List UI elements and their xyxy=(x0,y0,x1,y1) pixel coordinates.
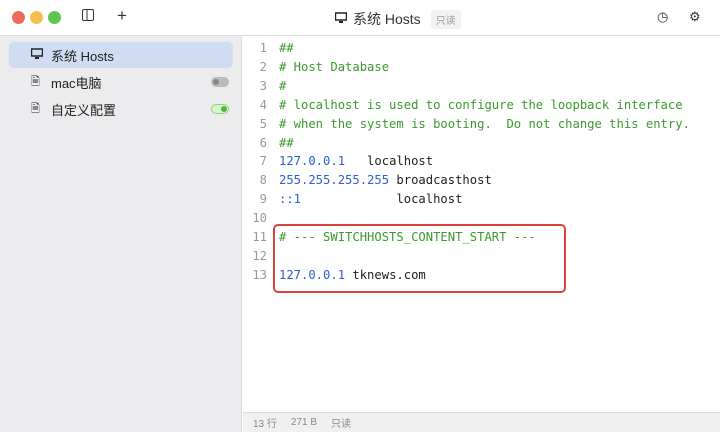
code-line: 7 127.0.0.1 localhost xyxy=(243,152,433,171)
sidebar: 系统 Hosts 🗎 mac电脑 🗎 自定义配置 xyxy=(0,36,242,432)
line-number: 7 xyxy=(259,154,267,169)
code-line: 1 ## xyxy=(243,39,294,58)
title-bar: + 系统 Hosts 只读 ◷ ⚙ xyxy=(0,0,720,36)
monitor-icon xyxy=(30,47,44,63)
toggle-on[interactable] xyxy=(211,104,229,114)
line-number: 5 xyxy=(259,116,267,131)
status-bar: 13 行 271 B 只读 xyxy=(243,412,720,432)
history-icon[interactable]: ◷ xyxy=(657,9,668,25)
line-number: 4 xyxy=(259,97,267,112)
comment-text: # localhost is used to configure the loo… xyxy=(279,97,683,112)
line-number: 10 xyxy=(252,211,267,226)
sidebar-item-custom[interactable]: 🗎 自定义配置 xyxy=(9,96,233,122)
line-count: 13 行 xyxy=(253,419,277,430)
ip-address: 127.0.0.1 xyxy=(279,154,346,169)
code-line: 8 255.255.255.255 broadcasthost xyxy=(243,171,492,190)
code-line: 9::1 localhost xyxy=(243,190,463,209)
comment-text: ## xyxy=(279,41,294,55)
close-window-button[interactable] xyxy=(12,11,25,24)
file-icon: 🗎 xyxy=(31,102,40,115)
window-title: 系统 Hosts 只读 xyxy=(334,9,461,29)
code-line: 4 # localhost is used to configure the lo… xyxy=(243,96,683,115)
line-number: 6 xyxy=(259,135,267,150)
comment-text: ## xyxy=(279,135,294,150)
hostname: localhost xyxy=(301,192,463,207)
gear-icon[interactable]: ⚙ xyxy=(689,9,701,25)
code-line: 6 ## xyxy=(243,134,294,153)
ip-address: ::1 xyxy=(279,192,302,207)
line-number: 13 xyxy=(252,267,267,282)
mode-indicator: 只读 xyxy=(331,419,352,430)
file-size: 271 B xyxy=(290,417,318,428)
line-number: 12 xyxy=(252,248,267,263)
file-icon: 🗎 xyxy=(31,75,40,88)
sidebar-item-mac[interactable]: 🗎 mac电脑 xyxy=(9,69,233,95)
code-line: 3 # xyxy=(243,77,287,96)
zoom-window-button[interactable] xyxy=(48,11,61,24)
highlight-box xyxy=(273,224,566,293)
line-number: 3 xyxy=(259,78,267,93)
sidebar-item-label: mac电脑 xyxy=(51,75,102,91)
monitor-icon xyxy=(334,11,348,27)
sidebar-item-label: 自定义配置 xyxy=(51,102,117,118)
line-number: 8 xyxy=(259,173,267,188)
add-icon[interactable]: + xyxy=(117,6,127,26)
code-line: 5 # when the system is booting. Do not ch… xyxy=(243,115,690,134)
sidebar-item-label: 系统 Hosts xyxy=(51,48,114,64)
line-number: 11 xyxy=(252,230,267,244)
minimize-window-button[interactable] xyxy=(30,11,43,24)
line-number: 1 xyxy=(259,41,267,55)
comment-text: # when the system is booting. Do not cha… xyxy=(279,116,690,131)
sidebar-toggle-icon[interactable] xyxy=(82,8,94,25)
title-text: 系统 Hosts xyxy=(353,11,421,27)
line-number: 2 xyxy=(259,59,267,74)
sidebar-item-system-hosts[interactable]: 系统 Hosts xyxy=(9,42,233,68)
hostname: localhost xyxy=(345,154,434,169)
code-line: 2 # Host Database xyxy=(243,58,389,77)
comment-text: # xyxy=(279,78,287,93)
toggle-off[interactable] xyxy=(211,77,229,87)
readonly-badge: 只读 xyxy=(430,9,461,29)
comment-text: # Host Database xyxy=(279,59,390,74)
line-number: 9 xyxy=(259,192,267,207)
hostname: broadcasthost xyxy=(389,173,492,188)
ip-address: 255.255.255.255 xyxy=(279,173,390,188)
